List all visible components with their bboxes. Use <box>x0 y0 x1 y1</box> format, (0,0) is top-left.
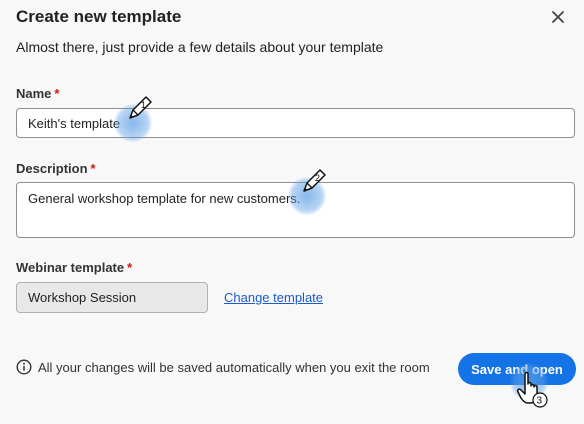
step-1-number: 1 <box>141 100 146 110</box>
webinar-template-label-text: Webinar template <box>16 260 125 275</box>
step-2-number: 2 <box>315 173 320 183</box>
step-3-number: 3 <box>537 396 543 407</box>
pencil-icon: 2 <box>303 169 326 192</box>
autosave-info-text: All your changes will be saved automatic… <box>38 359 430 375</box>
required-marker: * <box>90 161 96 176</box>
change-template-link[interactable]: Change template <box>224 290 323 305</box>
description-label-text: Description <box>16 161 88 176</box>
dialog-title: Create new template <box>16 7 182 26</box>
close-icon[interactable] <box>550 9 566 25</box>
required-marker: * <box>127 260 133 275</box>
autosave-info: All your changes will be saved automatic… <box>16 359 430 375</box>
name-label-text: Name <box>16 86 52 101</box>
info-icon <box>16 359 32 375</box>
create-template-dialog: Create new template Almost there, just p… <box>0 0 584 424</box>
hand-pointer-icon: 3 <box>517 371 548 408</box>
webinar-template-value: Workshop Session <box>16 282 208 313</box>
description-label: Description * <box>16 161 96 176</box>
webinar-template-label: Webinar template * <box>16 260 132 275</box>
dialog-subtitle: Almost there, just provide a few details… <box>16 39 384 55</box>
required-marker: * <box>54 86 60 101</box>
name-input[interactable]: Keith's template <box>16 108 575 138</box>
name-label: Name * <box>16 86 59 101</box>
pencil-icon: 1 <box>129 96 152 119</box>
